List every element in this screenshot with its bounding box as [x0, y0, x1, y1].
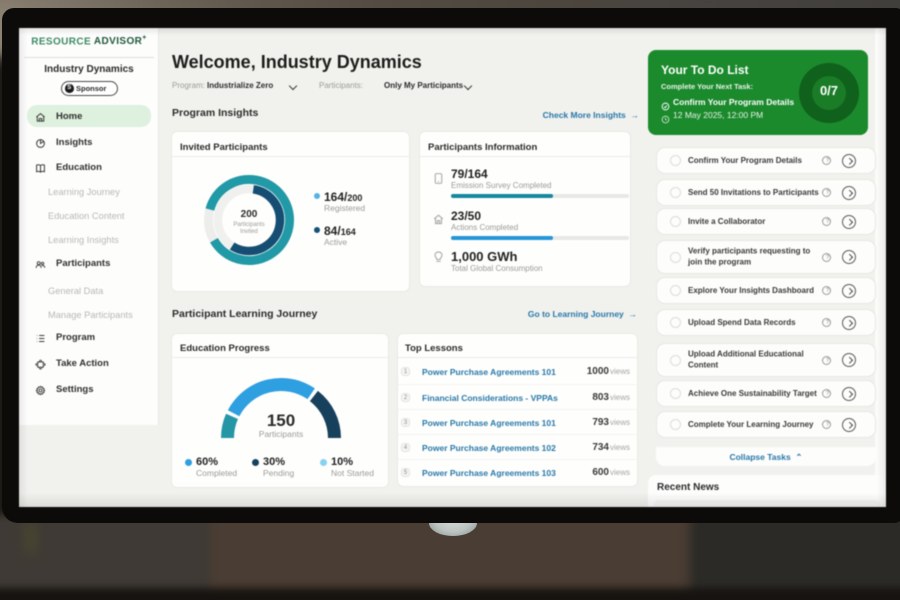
svg-text:200: 200	[241, 209, 258, 220]
svg-text:Participants: Participants	[233, 222, 264, 228]
svg-text:Invited: Invited	[240, 229, 258, 235]
